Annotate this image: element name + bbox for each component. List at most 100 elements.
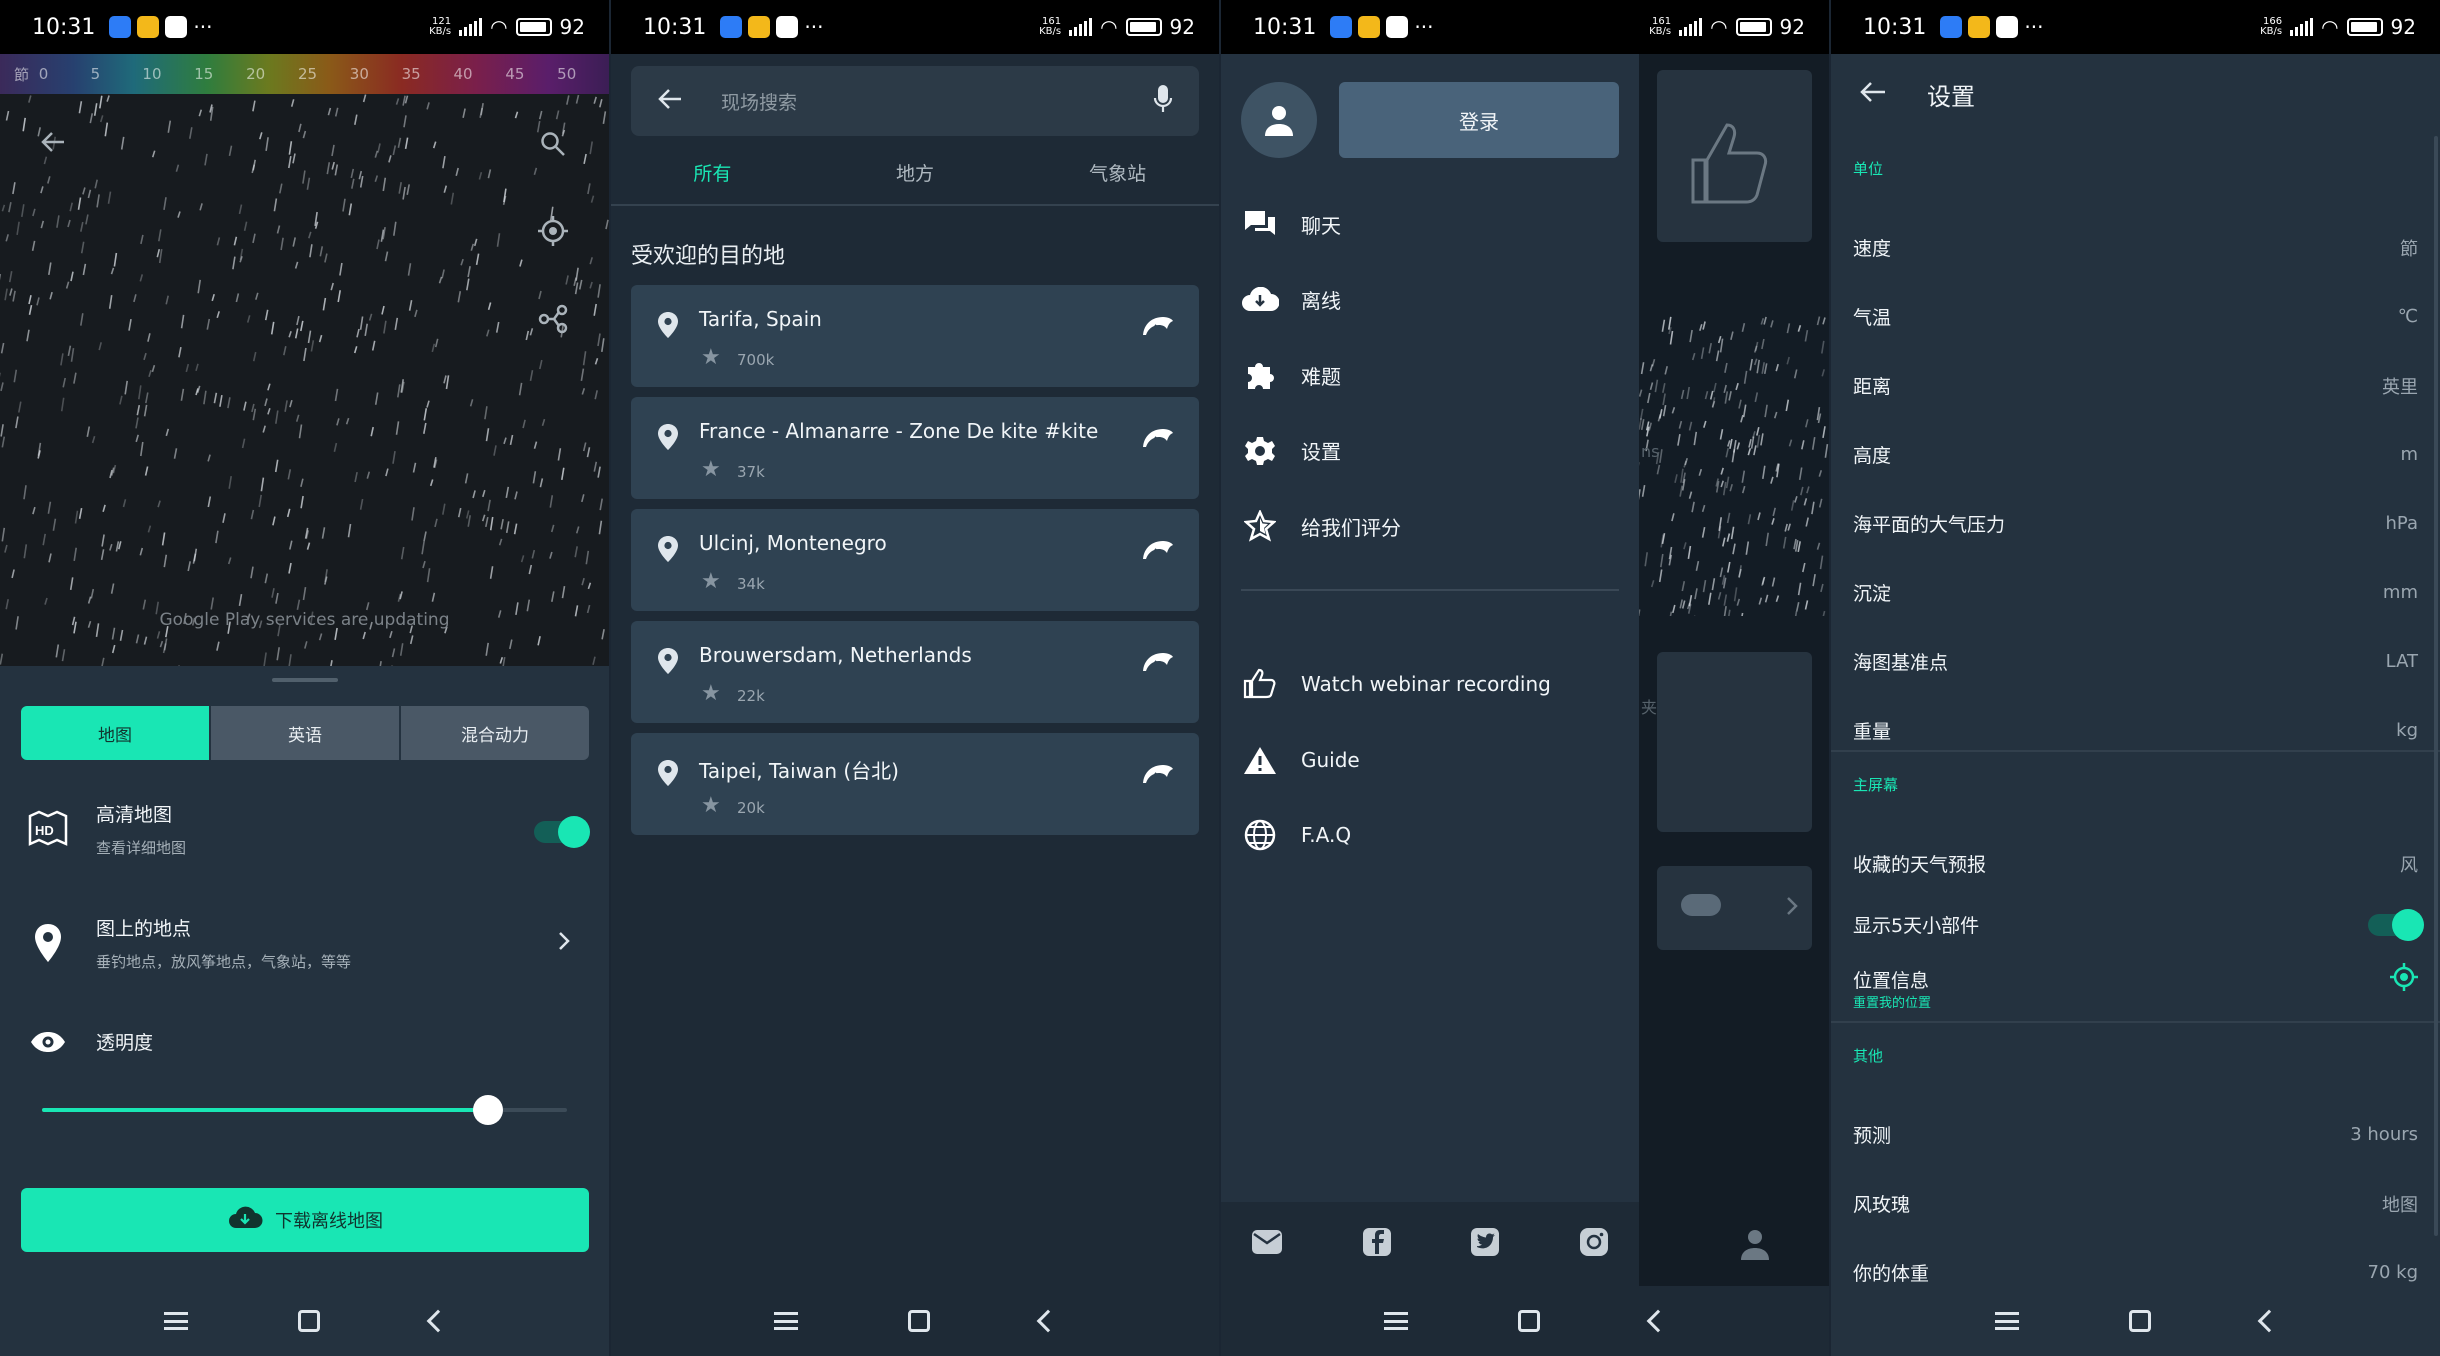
settings-row[interactable]: 位置信息 xyxy=(1853,963,2418,996)
menu-item-warning[interactable]: Guide xyxy=(1221,730,1639,790)
spot-name: France - Almanarre - Zone De kite #kite xyxy=(699,419,1099,443)
menu-item-globe[interactable]: F.A.Q xyxy=(1221,805,1639,865)
home-button[interactable] xyxy=(1518,1310,1540,1332)
settings-row[interactable]: 重量 kg xyxy=(1853,717,2418,744)
login-button[interactable]: 登录 xyxy=(1339,82,1619,158)
tab-stations[interactable]: 气象站 xyxy=(1016,140,1219,204)
avatar[interactable] xyxy=(1241,82,1317,158)
twitter-icon[interactable] xyxy=(1470,1227,1500,1261)
map-type-hybrid[interactable]: 混合动力 xyxy=(401,706,589,760)
search-input[interactable]: 现场搜索 xyxy=(721,88,797,115)
star-icon: ★ xyxy=(701,681,721,706)
facebook-icon[interactable] xyxy=(1362,1227,1392,1261)
net-speed-unit: KB/s xyxy=(1039,26,1062,37)
map-type-english[interactable]: 英语 xyxy=(211,706,401,760)
settings-row[interactable]: 沉淀 mm xyxy=(1853,579,2418,606)
spot-name: Ulcinj, Montenegro xyxy=(699,531,887,555)
back-button[interactable] xyxy=(1036,1309,1060,1333)
settings-row[interactable]: 预测 3 hours xyxy=(1853,1121,2418,1148)
gps-location-icon[interactable] xyxy=(2390,963,2418,996)
map-type-map[interactable]: 地图 xyxy=(21,706,211,760)
tab-places[interactable]: 地方 xyxy=(814,140,1017,204)
menu-item-star-rate[interactable]: 给我们评分 xyxy=(1221,496,1639,556)
home-button[interactable] xyxy=(2128,1310,2151,1332)
wind-particles xyxy=(1639,316,1829,616)
spot-name: Taipei, Taiwan (台北) xyxy=(699,759,899,783)
more-icon: ··· xyxy=(804,15,824,39)
back-button[interactable] xyxy=(1646,1309,1670,1333)
net-speed-unit: KB/s xyxy=(1649,26,1672,37)
route-icon[interactable] xyxy=(538,304,568,342)
tab-all[interactable]: 所有 xyxy=(611,140,814,204)
spot-card[interactable]: France - Almanarre - Zone De kite #kite ★… xyxy=(631,397,1199,499)
mail-icon[interactable] xyxy=(1251,1229,1283,1259)
settings-row-label: 收藏的天气预报 xyxy=(1853,854,1987,876)
warning-icon xyxy=(1221,745,1299,775)
back-button[interactable] xyxy=(2257,1309,2280,1333)
settings-row-value: 英里 xyxy=(2382,376,2418,398)
settings-row[interactable]: 收藏的天气预报 风 xyxy=(1853,850,2418,877)
settings-row[interactable]: 风玫瑰 地图 xyxy=(1853,1190,2418,1217)
settings-row[interactable]: 你的体重 70 kg xyxy=(1853,1259,2418,1286)
recent-apps-button[interactable] xyxy=(1994,1312,2019,1330)
settings-row[interactable]: 海图基准点 LAT xyxy=(1853,648,2418,675)
recent-apps-button[interactable] xyxy=(163,1312,188,1330)
menu-item-label: Guide xyxy=(1301,747,1360,772)
menu-item-label: 离线 xyxy=(1301,289,1341,313)
section-divider xyxy=(1831,1021,2440,1023)
gear-icon xyxy=(1221,435,1299,467)
spot-card[interactable]: Brouwersdam, Netherlands ★ 22k xyxy=(631,621,1199,723)
recent-apps-button[interactable] xyxy=(1384,1312,1408,1330)
opacity-slider[interactable] xyxy=(42,1095,567,1125)
menu-item-label: 给我们评分 xyxy=(1301,515,1401,540)
app-icon xyxy=(1386,16,1409,38)
scrollbar[interactable] xyxy=(2434,136,2438,1236)
hd-map-row[interactable]: HD 高清地图 查看详细地图 xyxy=(0,800,609,858)
home-button[interactable] xyxy=(297,1310,320,1332)
spot-search-bar[interactable]: 现场搜索 xyxy=(631,66,1199,136)
spot-card[interactable]: Tarifa, Spain ★ 700k xyxy=(631,285,1199,387)
menu-item-gear[interactable]: 设置 xyxy=(1221,421,1639,481)
hd-map-toggle[interactable] xyxy=(534,816,590,848)
spot-card[interactable]: Taipei, Taiwan (台北) ★ 20k xyxy=(631,733,1199,835)
spot-favorites-count: 22k xyxy=(737,687,765,705)
back-button[interactable] xyxy=(426,1309,449,1333)
menu-item-chat[interactable]: 聊天 xyxy=(1221,194,1639,254)
settings-row[interactable]: 距离 英里 xyxy=(1853,372,2418,399)
app-icon xyxy=(165,16,188,38)
chevron-right-icon xyxy=(557,930,571,956)
back-arrow-icon[interactable] xyxy=(657,87,683,115)
puzzle-icon xyxy=(1221,359,1299,391)
back-arrow-icon[interactable] xyxy=(40,128,66,163)
wifi-icon: ◠ xyxy=(2321,15,2339,39)
recent-apps-button[interactable] xyxy=(774,1312,798,1330)
search-icon[interactable] xyxy=(540,130,566,165)
places-row[interactable]: 图上的地点 垂钓地点，放风筝地点，气象站，等等 xyxy=(0,914,609,972)
instagram-icon[interactable] xyxy=(1579,1227,1609,1261)
more-icon: ··· xyxy=(193,15,213,39)
status-bar: 10:31 ··· 121 KB/s ◠ 92 xyxy=(0,0,609,54)
settings-row[interactable]: 速度 節 xyxy=(1853,234,2418,261)
settings-row[interactable]: 高度 m xyxy=(1853,441,2418,468)
menu-item-thumbs-up[interactable]: Watch webinar recording xyxy=(1221,654,1639,714)
map-view[interactable]: Google Play services are updating xyxy=(0,94,609,666)
show-5day-widget-toggle[interactable] xyxy=(2368,908,2424,941)
back-arrow-icon[interactable] xyxy=(1859,80,1887,108)
settings-row[interactable]: 海平面的大气压力 hPa xyxy=(1853,510,2418,537)
svg-text:HD: HD xyxy=(35,823,54,838)
reset-location-link[interactable]: 重置我的位置 xyxy=(1853,992,1931,1011)
home-button[interactable] xyxy=(908,1310,930,1332)
sheet-handle[interactable] xyxy=(272,678,338,682)
menu-item-cloud-download[interactable]: 离线 xyxy=(1221,270,1639,330)
opacity-slider-knob[interactable] xyxy=(473,1095,504,1125)
settings-row[interactable]: 显示5天小部件 xyxy=(1853,908,2424,941)
locate-icon[interactable] xyxy=(538,216,568,254)
spot-card[interactable]: Ulcinj, Montenegro ★ 34k xyxy=(631,509,1199,611)
settings-row[interactable]: 气温 ℃ xyxy=(1853,303,2418,330)
microphone-icon[interactable] xyxy=(1153,84,1173,118)
cloud-download-icon xyxy=(1221,286,1299,313)
app-icon xyxy=(776,16,799,38)
menu-item-puzzle[interactable]: 难题 xyxy=(1221,345,1639,405)
dimmed-background[interactable]: ns 夹 xyxy=(1639,54,1829,1286)
download-offline-map-button[interactable]: 下载离线地图 xyxy=(21,1188,589,1252)
